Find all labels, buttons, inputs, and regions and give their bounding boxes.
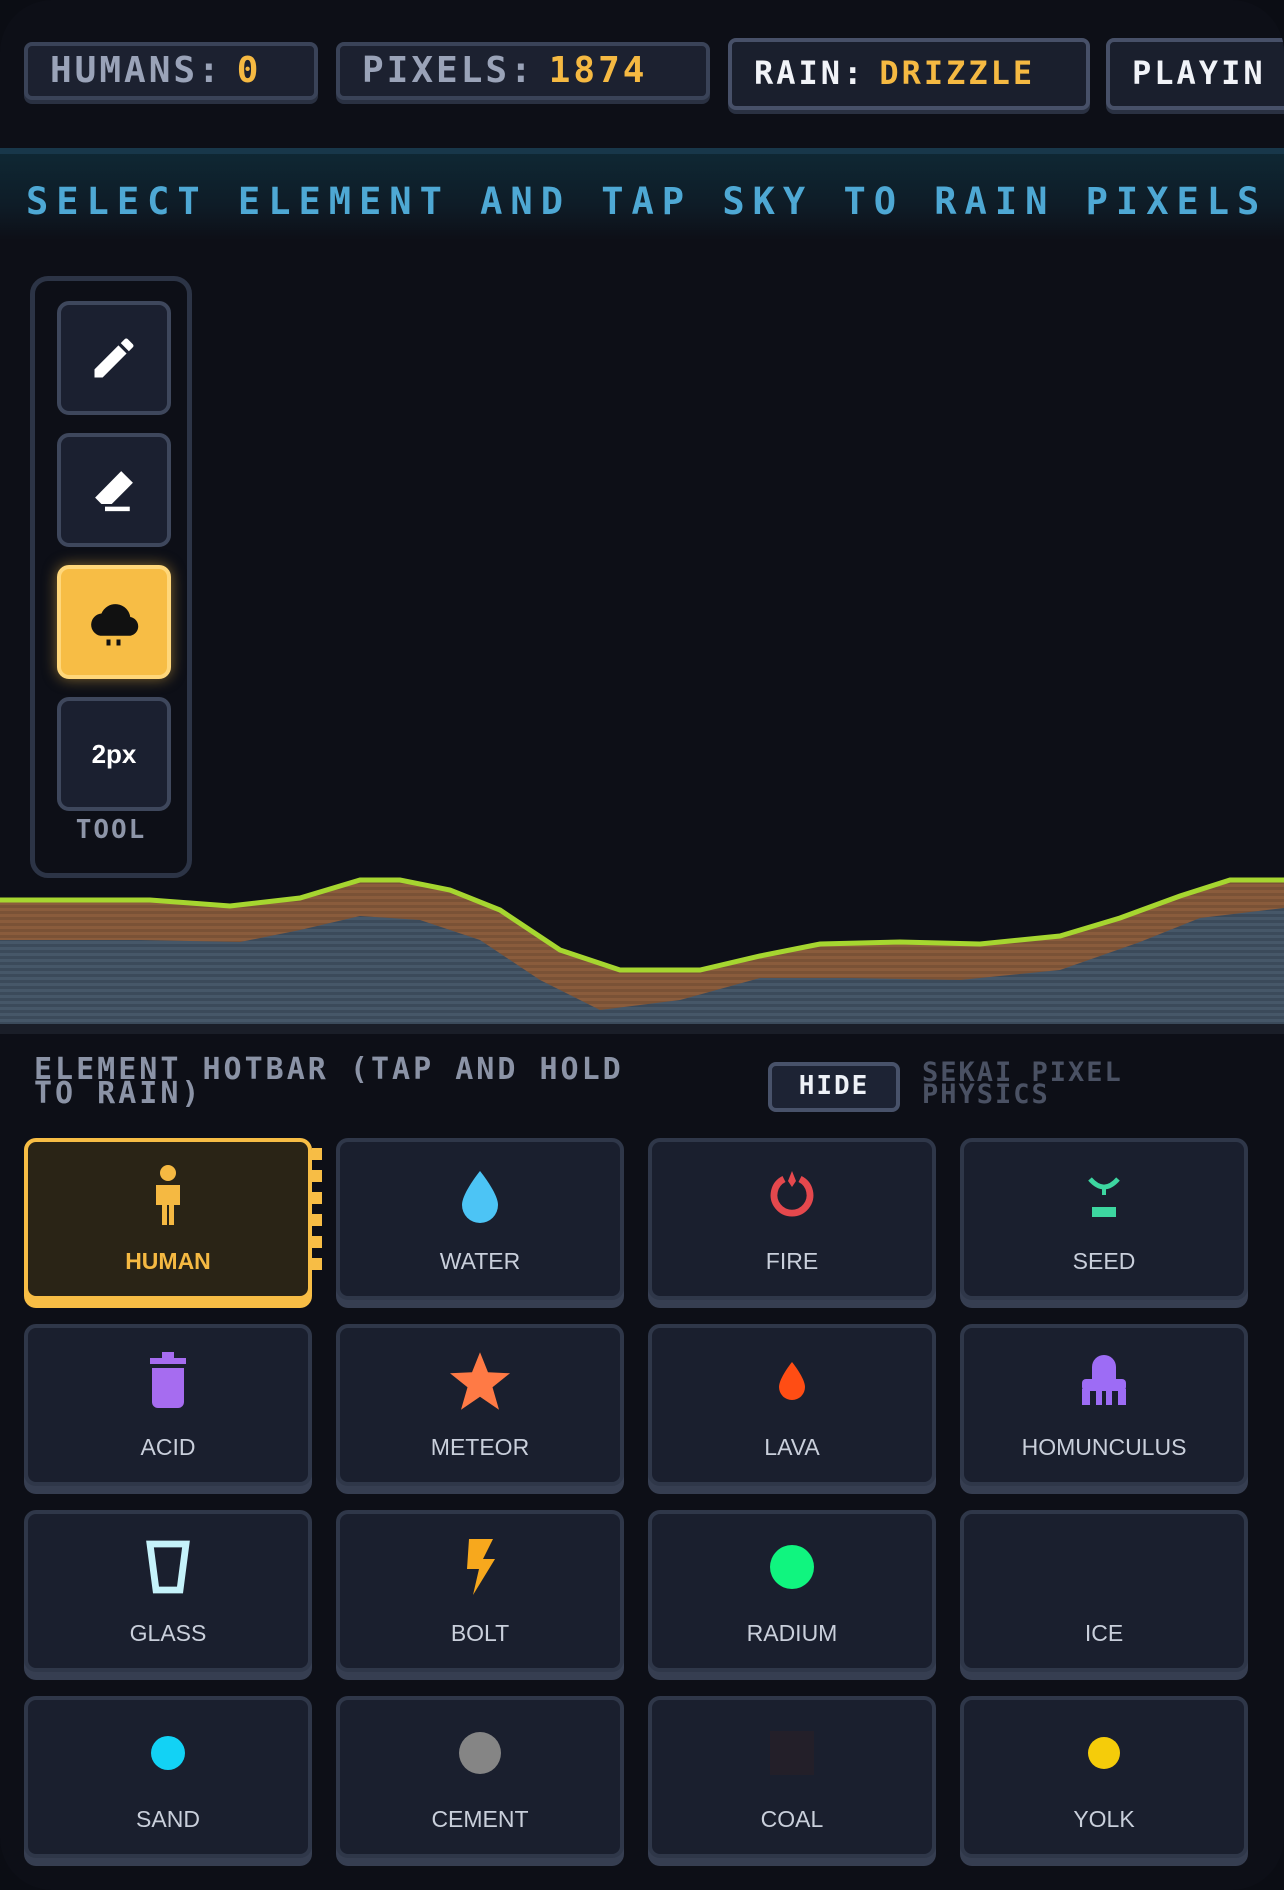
fire-icon: [770, 1171, 814, 1217]
creature-icon: [1082, 1355, 1126, 1405]
element-glass[interactable]: GLASS: [24, 1510, 312, 1672]
humans-label: HUMANS:: [50, 50, 223, 91]
humans-counter: HUMANS: 0: [24, 42, 318, 100]
element-label: LAVA: [764, 1434, 820, 1460]
element-human[interactable]: HUMAN: [24, 1138, 322, 1300]
element-label: SAND: [136, 1806, 200, 1832]
element-label: FIRE: [765, 1248, 819, 1274]
trash-can-icon: [150, 1352, 186, 1408]
yellow-dot-icon: [1088, 1737, 1120, 1769]
rain-value: DRIZZLE: [879, 54, 1036, 92]
element-label: CEMENT: [431, 1806, 529, 1832]
element-cement[interactable]: CEMENT: [336, 1696, 624, 1858]
sky-canvas[interactable]: [0, 240, 1284, 860]
pencil-icon: [94, 338, 134, 378]
element-label: RADIUM: [746, 1620, 838, 1646]
gray-dot-icon: [459, 1732, 501, 1774]
play-state-button[interactable]: PLAYIN: [1106, 38, 1284, 110]
tool-panel-label: TOOL: [75, 815, 147, 845]
hotbar-title: ELEMENT HOTBAR (TAP AND HOLD TO RAIN): [34, 1052, 624, 1111]
element-homunculus[interactable]: HOMUNCULUS: [960, 1324, 1248, 1486]
element-label: HUMAN: [125, 1248, 211, 1274]
element-meteor[interactable]: METEOR: [336, 1324, 624, 1486]
element-label: ACID: [140, 1434, 196, 1460]
humans-value: 0: [236, 50, 262, 91]
star-icon: [450, 1352, 510, 1410]
pixels-label: PIXELS:: [362, 50, 535, 91]
ice-icon: [964, 1536, 1244, 1598]
element-label: METEOR: [430, 1434, 530, 1460]
glass-cup-icon: [146, 1540, 190, 1594]
element-bolt[interactable]: BOLT: [336, 1510, 624, 1672]
canvas-floor: [0, 1024, 1284, 1034]
coal-square-icon: [770, 1731, 814, 1775]
element-coal[interactable]: COAL: [648, 1696, 936, 1858]
element-label: COAL: [760, 1806, 824, 1832]
lava-drop-icon: [779, 1362, 805, 1400]
brush-size-button[interactable]: 2px: [57, 697, 171, 811]
element-radium[interactable]: RADIUM: [648, 1510, 936, 1672]
eraser-icon: [95, 471, 133, 512]
green-dot-icon: [770, 1545, 814, 1589]
element-label: WATER: [439, 1248, 521, 1274]
pencil-tool-button[interactable]: [57, 301, 171, 415]
element-yolk[interactable]: YOLK: [960, 1696, 1248, 1858]
sprout-icon: [1088, 1177, 1120, 1217]
rain-label: RAIN:: [754, 54, 866, 92]
instruction-text: SELECT ELEMENT AND TAP SKY TO RAIN PIXEL…: [26, 180, 1268, 223]
rain-mode-button[interactable]: RAIN: DRIZZLE: [728, 38, 1090, 110]
element-sand[interactable]: SAND: [24, 1696, 312, 1858]
rain-tool-button[interactable]: [57, 565, 171, 679]
pixels-counter: PIXELS: 1874: [336, 42, 710, 100]
lightning-icon: [467, 1539, 495, 1595]
element-label: BOLT: [450, 1620, 510, 1646]
element-water[interactable]: WATER: [336, 1138, 624, 1300]
person-icon: [156, 1165, 180, 1225]
terrain: [0, 877, 1284, 1030]
brand-label: SEKAI PIXEL PHYSICS: [922, 1057, 1123, 1110]
element-label: HOMUNCULUS: [1021, 1434, 1187, 1460]
element-label: ICE: [1084, 1620, 1124, 1646]
game-screen: HUMANS: 0 PIXELS: 1874 RAIN: DRIZZLE PLAYIN…: [0, 0, 1284, 1890]
water-drop-icon: [462, 1171, 498, 1223]
selection-marker: [312, 1148, 322, 1288]
instruction-banner: SELECT ELEMENT AND TAP SKY TO RAIN PIXEL…: [0, 148, 1284, 240]
hide-hotbar-button[interactable]: HIDE: [768, 1062, 900, 1112]
rain-cloud-icon: [91, 604, 139, 646]
play-state-label: PLAYIN: [1132, 54, 1266, 92]
element-lava[interactable]: LAVA: [648, 1324, 936, 1486]
eraser-tool-button[interactable]: [57, 433, 171, 547]
element-fire[interactable]: FIRE: [648, 1138, 936, 1300]
brush-size-label: 2px: [91, 738, 137, 769]
element-label: YOLK: [1073, 1806, 1135, 1832]
element-label: SEED: [1072, 1248, 1136, 1274]
cyan-dot-icon: [151, 1736, 185, 1770]
element-label: GLASS: [129, 1620, 207, 1646]
tool-panel: 2px TOOL: [30, 276, 192, 878]
pixels-value: 1874: [548, 50, 648, 91]
element-seed[interactable]: SEED: [960, 1138, 1248, 1300]
element-acid[interactable]: ACID: [24, 1324, 312, 1486]
element-ice[interactable]: ICE: [960, 1510, 1248, 1672]
